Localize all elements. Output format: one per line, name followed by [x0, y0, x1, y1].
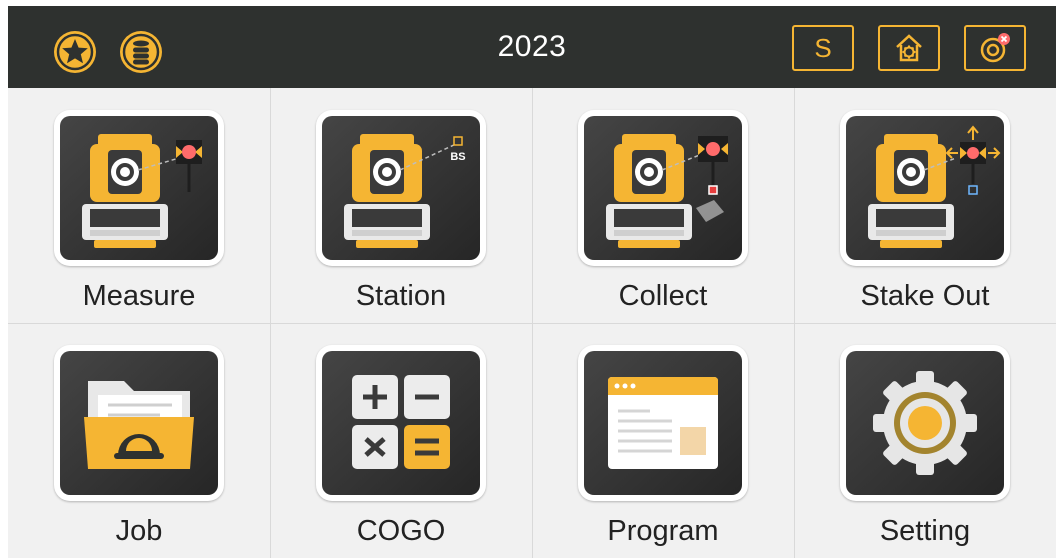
- tile-label: Stake Out: [860, 280, 990, 312]
- tile-stake-out[interactable]: Stake Out: [794, 88, 1056, 323]
- backsight-text: BS: [450, 151, 465, 163]
- program-window-icon: [578, 345, 748, 501]
- tile-setting[interactable]: Setting: [794, 323, 1056, 558]
- home-settings-button[interactable]: [878, 25, 940, 71]
- tile-label: Program: [607, 515, 719, 547]
- tile-label: Setting: [879, 515, 971, 547]
- s-button[interactable]: S: [792, 25, 854, 71]
- tile-cogo[interactable]: COGO: [270, 323, 532, 558]
- job-folder-icon: [54, 345, 224, 501]
- s-button-label: S: [814, 32, 832, 63]
- tile-label: COGO: [356, 515, 446, 547]
- total-station-stakeout-icon: [840, 110, 1010, 266]
- tile-label: Job: [115, 515, 163, 547]
- tile-station[interactable]: BS Station: [270, 88, 532, 323]
- tile-measure[interactable]: Measure: [8, 88, 270, 323]
- total-station-measure-icon: [54, 110, 224, 266]
- home-settings-icon: [896, 34, 922, 62]
- tile-label: Measure: [82, 280, 196, 312]
- tile-collect[interactable]: Collect: [532, 88, 794, 323]
- prism-disconnected-icon: [980, 33, 1010, 63]
- gear-icon: [840, 345, 1010, 501]
- top-bar: 2023 S: [8, 6, 1056, 88]
- prism-connection-button[interactable]: [964, 25, 1026, 71]
- app-window: 2023 S Measure BS Station Collect Stake …: [0, 0, 1056, 558]
- calculator-icon: [316, 345, 486, 501]
- tile-program[interactable]: Program: [532, 323, 794, 558]
- tile-label: Collect: [618, 280, 708, 312]
- tile-label: Station: [355, 280, 447, 312]
- total-station-collect-icon: [578, 110, 748, 266]
- tile-job[interactable]: Job: [8, 323, 270, 558]
- total-station-backsight-icon: BS: [316, 110, 486, 266]
- main-menu-grid: Measure BS Station Collect Stake Out Job…: [8, 88, 1056, 558]
